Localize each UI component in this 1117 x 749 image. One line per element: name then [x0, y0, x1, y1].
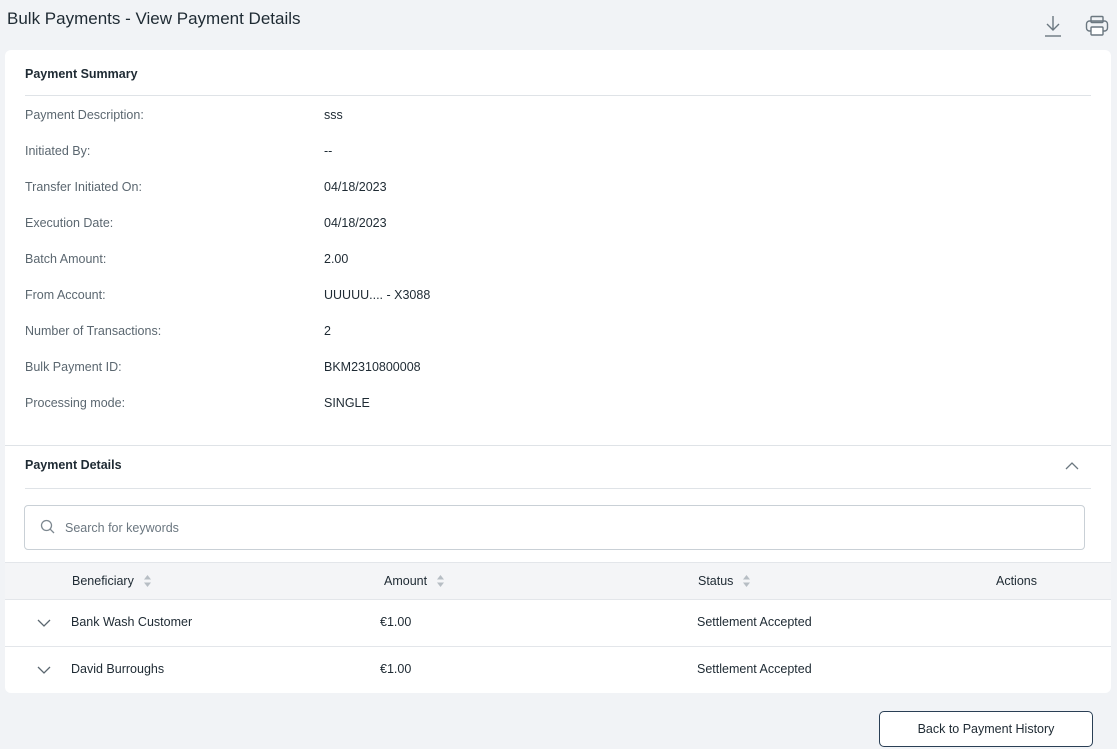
section-divider	[5, 445, 1111, 446]
divider	[25, 488, 1091, 489]
download-icon[interactable]	[1040, 13, 1066, 39]
beneficiary-cell: Bank Wash Customer	[71, 615, 193, 629]
chevron-down-icon[interactable]	[36, 616, 52, 630]
summary-value: 2.00	[324, 252, 349, 266]
payment-summary-title: Payment Summary	[25, 67, 138, 81]
summary-value: BKM2310800008	[324, 360, 421, 374]
column-label: Status	[698, 574, 734, 588]
summary-label: Batch Amount:	[25, 252, 107, 266]
column-header-beneficiary[interactable]: Beneficiary	[72, 574, 151, 588]
summary-label: Payment Description:	[25, 108, 144, 122]
sort-icon[interactable]	[437, 575, 445, 587]
summary-value: 04/18/2023	[324, 180, 387, 194]
back-to-payment-history-button[interactable]: Back to Payment History	[879, 711, 1093, 747]
search-box[interactable]	[24, 505, 1085, 550]
amount-cell: €1.00	[380, 615, 412, 629]
summary-label: Transfer Initiated On:	[25, 180, 142, 194]
column-label: Amount	[384, 574, 428, 588]
table-row[interactable]: Bank Wash Customer €1.00 Settlement Acce…	[5, 600, 1111, 647]
status-cell: Settlement Accepted	[697, 662, 812, 676]
summary-label: Execution Date:	[25, 216, 114, 230]
amount-cell: €1.00	[380, 662, 412, 676]
payment-details-title: Payment Details	[25, 458, 122, 472]
divider	[25, 95, 1091, 96]
payment-card: Payment Summary Payment Description: sss…	[5, 50, 1111, 693]
column-header-amount[interactable]: Amount	[384, 574, 445, 588]
summary-label: Bulk Payment ID:	[25, 360, 122, 374]
summary-value: SINGLE	[324, 396, 370, 410]
column-header-actions: Actions	[996, 574, 1037, 588]
column-header-status[interactable]: Status	[698, 574, 751, 588]
summary-value: 04/18/2023	[324, 216, 387, 230]
print-icon[interactable]	[1084, 13, 1110, 39]
page-title: Bulk Payments - View Payment Details	[7, 9, 301, 28]
summary-label: Number of Transactions:	[25, 324, 162, 338]
chevron-up-icon[interactable]	[1062, 456, 1082, 476]
sort-icon[interactable]	[143, 575, 151, 587]
summary-value: UUUUU.... - X3088	[324, 288, 431, 302]
column-label: Beneficiary	[72, 574, 134, 588]
chevron-down-icon[interactable]	[36, 663, 52, 677]
summary-value: 2	[324, 324, 331, 338]
search-icon	[40, 519, 56, 540]
column-label: Actions	[996, 574, 1037, 588]
status-cell: Settlement Accepted	[697, 615, 812, 629]
search-input[interactable]	[65, 516, 1065, 540]
summary-label: From Account:	[25, 288, 106, 302]
summary-label: Processing mode:	[25, 396, 126, 410]
table-row[interactable]: David Burroughs €1.00 Settlement Accepte…	[5, 647, 1111, 694]
sort-icon[interactable]	[743, 575, 751, 587]
table-header: Beneficiary Amount Status Actions	[5, 562, 1111, 600]
beneficiary-cell: David Burroughs	[71, 662, 165, 676]
summary-value: sss	[324, 108, 343, 122]
summary-value: --	[324, 144, 333, 158]
summary-label: Initiated By:	[25, 144, 91, 158]
